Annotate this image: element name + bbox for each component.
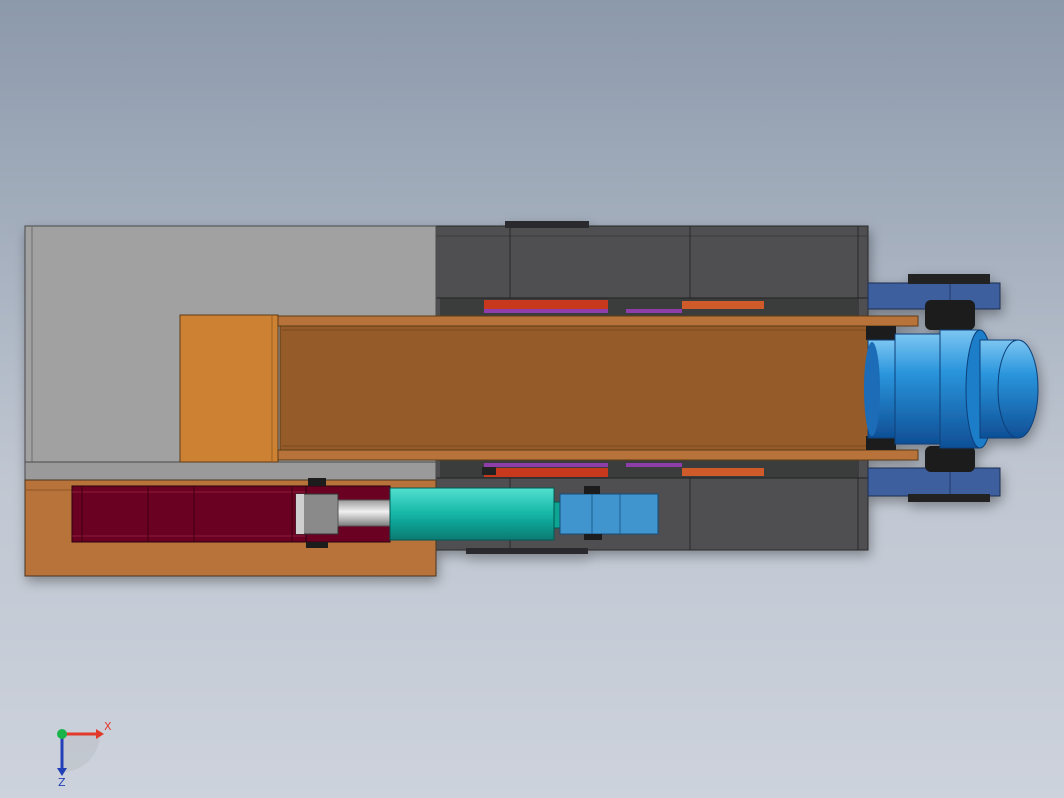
y-axis-dot — [57, 729, 67, 739]
coordinate-triad: X Z — [57, 720, 112, 788]
main-beam — [277, 315, 919, 461]
z-axis-label: Z — [58, 776, 66, 788]
x-axis-label: X — [104, 720, 112, 733]
beam-end-block — [179, 314, 279, 463]
assembly — [24, 221, 1039, 577]
motor-body — [864, 329, 1039, 449]
x-axis-arrowhead — [96, 729, 104, 739]
piston-rod — [337, 499, 391, 527]
z-axis-arrowhead — [57, 768, 67, 776]
rod-clevis — [559, 486, 659, 540]
cad-viewport[interactable] — [0, 0, 1064, 798]
